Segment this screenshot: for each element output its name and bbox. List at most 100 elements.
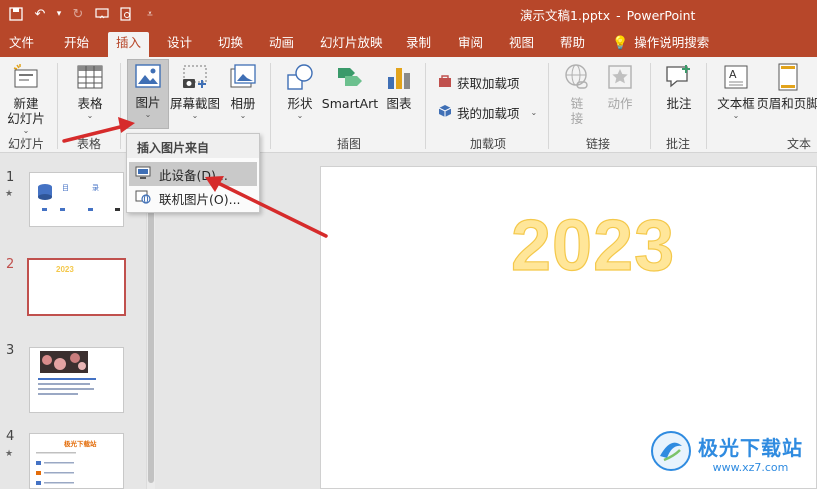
my-addins-label: 我的加载项	[457, 106, 520, 121]
chevron-down-icon: ⌄	[530, 108, 538, 117]
tab-review[interactable]: 审阅	[458, 32, 483, 57]
group-label-tables: 表格	[77, 137, 102, 151]
slide-title-text[interactable]: 2023	[510, 205, 675, 287]
save-icon[interactable]	[6, 4, 26, 24]
chevron-down-icon: ⌄	[144, 110, 152, 119]
chevron-down-icon: ⌄	[296, 111, 304, 120]
comment-icon	[662, 61, 696, 93]
redo-icon[interactable]: ↻	[68, 4, 88, 24]
watermark-text: 极光下载站 www.xz7.com	[698, 432, 803, 474]
comment-label: 批注	[666, 96, 692, 111]
my-addins-button[interactable]: 我的加载项 ⌄	[438, 103, 537, 122]
tab-transitions[interactable]: 切换	[218, 32, 243, 57]
this-device-label: 此设备(D)...	[159, 167, 228, 183]
undo-icon[interactable]: ↶	[30, 4, 50, 24]
chevron-down-icon[interactable]: ▾	[54, 4, 64, 24]
slide-thumbnail-4[interactable]: 极光下载站	[29, 433, 124, 489]
screenshot-button[interactable]: 屏幕截图 ⌄	[170, 61, 220, 121]
scrollbar-thumb[interactable]	[148, 183, 154, 483]
slide-thumbnail-panel[interactable]: 1 ★ 目 录 2 2023 3 4 ★ 极光下载站	[0, 153, 146, 489]
group-label-addins: 加载项	[470, 137, 507, 151]
tab-slideshow[interactable]: 幻灯片放映	[320, 32, 383, 57]
chart-icon	[382, 61, 416, 93]
header-footer-icon	[771, 61, 805, 93]
tab-help[interactable]: 帮助	[560, 32, 585, 57]
link-globe-icon	[560, 61, 594, 93]
tab-insert[interactable]: 插入	[108, 32, 150, 57]
photo-album-icon	[226, 61, 260, 93]
group-separator	[548, 63, 549, 149]
shapes-button[interactable]: 形状 ⌄	[282, 61, 318, 121]
pictures-button[interactable]: 图片 ⌄	[127, 59, 169, 129]
screenshot-icon	[178, 61, 212, 93]
header-footer-label: 页眉和页脚	[758, 96, 817, 111]
table-icon	[73, 61, 107, 93]
link-label-char2: 接	[570, 111, 584, 126]
table-label: 表格	[77, 96, 103, 111]
new-slide-line1: 新建	[13, 96, 39, 111]
document-name: 演示文稿1.pptx	[520, 8, 611, 23]
link-button[interactable]: 链接	[560, 61, 594, 126]
slide-number: 4	[6, 429, 15, 444]
tab-animations[interactable]: 动画	[269, 32, 294, 57]
menu-item-online-pictures[interactable]: 联机图片(O)...	[129, 186, 257, 210]
chevron-down-icon: ⌄	[191, 111, 199, 120]
menu-header: 插入图片来自	[127, 134, 259, 158]
tab-design[interactable]: 设计	[167, 32, 192, 57]
new-comment-button[interactable]: 批注	[662, 61, 696, 111]
lightbulb-icon: 💡	[612, 36, 629, 51]
table-button[interactable]: 表格 ⌄	[70, 61, 110, 121]
get-addins-button[interactable]: 获取加载项	[438, 73, 520, 92]
tab-home[interactable]: 开始	[64, 32, 89, 57]
photo-album-button[interactable]: 相册 ⌄	[225, 61, 261, 121]
insert-picture-menu: 插入图片来自 此设备(D)... 联机图片(O)...	[126, 133, 260, 213]
transition-star-icon: ★	[5, 449, 14, 459]
menu-item-this-device[interactable]: 此设备(D)...	[129, 162, 257, 186]
textbox-button[interactable]: A 文本框 ⌄	[716, 61, 756, 121]
chevron-down-icon: ⌄	[86, 111, 94, 120]
print-preview-icon[interactable]	[116, 4, 136, 24]
slide-number: 2	[6, 257, 15, 272]
slide-thumbnail-2[interactable]: 2023	[27, 258, 126, 316]
photo-album-label: 相册	[230, 96, 256, 111]
chevron-down-icon: ⌄	[239, 111, 247, 120]
tell-me-search[interactable]: 💡 操作说明搜索	[612, 32, 709, 57]
smartart-button[interactable]: SmartArt	[322, 61, 378, 111]
watermark-url: www.xz7.com	[712, 460, 789, 474]
smartart-label: SmartArt	[321, 96, 379, 111]
tab-view[interactable]: 视图	[509, 32, 534, 57]
action-label: 动作	[607, 96, 633, 111]
group-label-links: 链接	[586, 137, 611, 151]
slide-number: 1	[6, 170, 15, 185]
addin-cube-icon	[438, 104, 452, 121]
tab-record[interactable]: 录制	[406, 32, 431, 57]
online-pictures-label: 联机图片(O)...	[159, 191, 241, 207]
slide-2-thumb-title: 2023	[56, 265, 74, 274]
screenshot-label: 屏幕截图	[170, 96, 221, 111]
header-footer-button[interactable]: 页眉和页脚	[758, 61, 817, 111]
ribbon-insert: 新建 幻灯片 ⌄ 表格 ⌄ 图片 ⌄ 屏幕截图 ⌄ 相册 ⌄ 形状 ⌄ Smar…	[0, 57, 817, 153]
shapes-label: 形状	[287, 96, 313, 111]
group-separator	[650, 63, 651, 149]
title-bar: ↶ ▾ ↻ ⩡ 演示文稿1.pptx - PowerPoint	[0, 0, 817, 28]
textbox-icon: A	[719, 61, 753, 93]
action-star-icon	[603, 61, 637, 93]
action-button[interactable]: 动作	[602, 61, 638, 111]
group-label-illustrations: 插图	[337, 137, 362, 151]
chart-button[interactable]: 图表	[382, 61, 416, 111]
slideshow-from-start-icon[interactable]	[92, 4, 112, 24]
quick-access-toolbar: ↶ ▾ ↻ ⩡	[6, 4, 160, 24]
watermark-logo-icon	[650, 430, 692, 475]
customize-qat-icon[interactable]: ⩡	[140, 4, 160, 24]
slide-4-thumb-title: 极光下载站	[64, 440, 97, 448]
group-separator	[706, 63, 707, 149]
slide-thumbnail-1[interactable]: 目 录	[29, 172, 124, 227]
slide-thumbnail-3[interactable]	[29, 347, 124, 413]
slide-1-text-b: 录	[92, 184, 99, 192]
tell-me-label: 操作说明搜索	[634, 35, 710, 50]
svg-text:A: A	[729, 68, 737, 81]
tab-file[interactable]: 文件	[9, 32, 34, 57]
new-slide-button[interactable]: 新建 幻灯片 ⌄	[6, 61, 46, 136]
watermark: 极光下载站 www.xz7.com	[650, 430, 803, 475]
chevron-down-icon: ⌄	[732, 111, 740, 120]
